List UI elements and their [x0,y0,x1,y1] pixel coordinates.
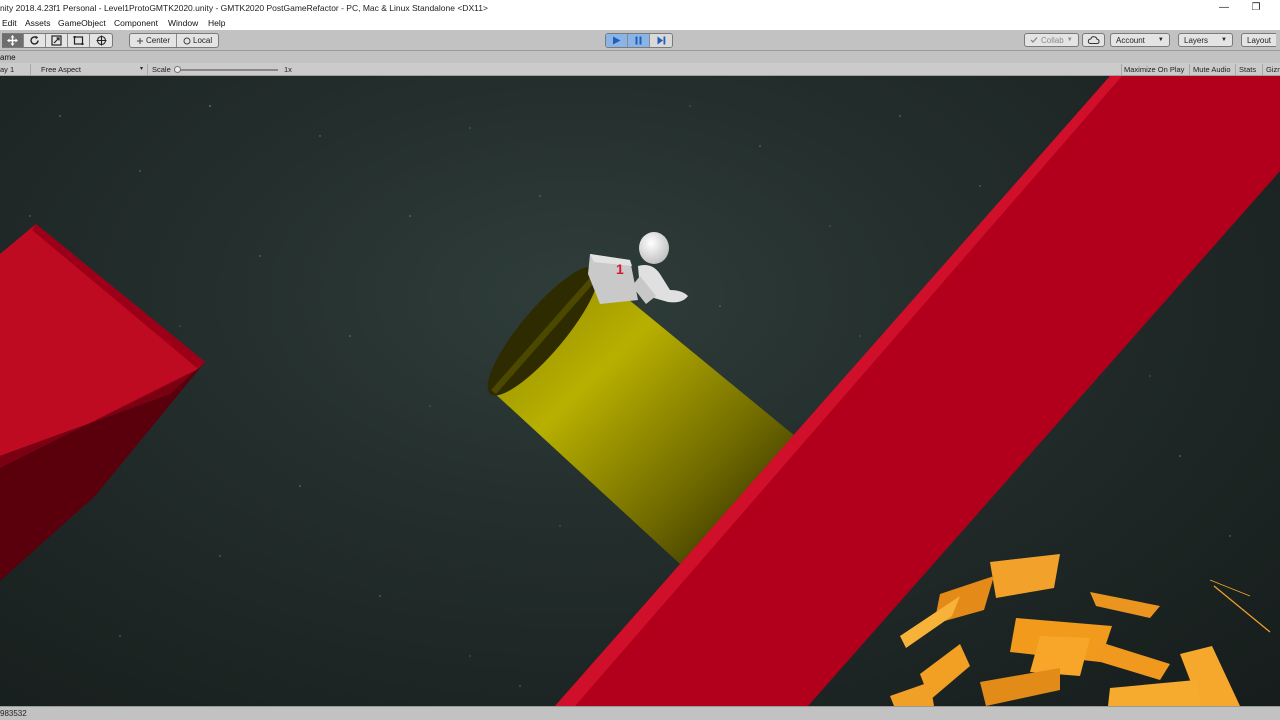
pause-icon [635,36,642,45]
pivot-local-label: Local [193,36,213,45]
stats-toggle[interactable]: Stats [1239,65,1256,74]
account-dropdown[interactable]: Account ▼ [1110,33,1170,47]
transform-icon [96,35,106,46]
account-label: Account [1116,35,1145,45]
pivot-center-label: Center [146,36,171,45]
collab-label: Collab [1041,35,1064,45]
pause-button[interactable] [628,34,650,47]
transform-tool-button[interactable] [90,34,112,47]
gizmos-toggle[interactable]: Gizm [1266,65,1280,74]
divider [1262,64,1263,75]
step-icon [657,36,665,45]
red-block-left [0,224,205,581]
menu-bar: Edit Assets GameObject Component Window … [0,16,1280,30]
menu-component[interactable]: Component [114,18,158,28]
scale-slider-track[interactable] [178,69,278,71]
pivot-local-button[interactable]: Local [177,34,218,47]
pivot-center-icon [137,37,143,44]
layout-label: Layout [1247,35,1272,45]
pivot-center-button[interactable]: Center [130,34,178,47]
game-tab-strip: ame [0,51,1280,63]
step-button[interactable] [650,34,672,47]
scene-render: 1 [0,76,1280,706]
menu-assets[interactable]: Assets [25,18,51,28]
transform-tools [2,33,113,48]
pivot-toggles: Center Local [129,33,220,48]
game-viewport[interactable]: 1 [0,76,1280,706]
scale-slider-thumb[interactable] [174,66,181,73]
mute-audio-toggle[interactable]: Mute Audio [1193,65,1231,74]
cloud-icon [1087,36,1100,44]
menu-help[interactable]: Help [208,18,225,28]
menu-gameobject[interactable]: GameObject [58,18,106,28]
chevron-down-icon: ▼ [1066,37,1073,43]
rotate-icon [30,35,39,45]
divider [147,64,148,75]
play-button[interactable] [606,34,628,47]
window-title: nity 2018.4.23f1 Personal - Level1ProtoG… [0,3,488,13]
game-view-bar: ay 1 Free Aspect ▾ Scale 1x Maximize On … [0,63,1280,76]
move-icon [7,35,18,46]
layers-dropdown[interactable]: Layers ▼ [1178,33,1233,47]
move-tool-button[interactable] [2,34,24,47]
chevron-down-icon: ▼ [1221,37,1227,43]
window-titlebar: nity 2018.4.23f1 Personal - Level1ProtoG… [0,0,1280,16]
divider [30,64,31,75]
main-toolbar: Center Local Collab ▼ Account ▼ Layers ▼… [0,30,1280,51]
layout-dropdown[interactable]: Layout [1241,33,1277,47]
orange-debris [890,554,1271,706]
minimize-button[interactable]: — [1210,0,1238,16]
playback-controls [605,33,673,48]
crate-label: 1 [616,261,624,277]
menu-window[interactable]: Window [168,18,198,28]
collab-check-icon [1030,37,1038,43]
rect-tool-icon [73,36,84,45]
restore-button[interactable]: ❐ [1242,0,1270,16]
player-character [632,232,688,304]
divider [1235,64,1236,75]
menu-edit[interactable]: Edit [2,18,17,28]
divider [1121,64,1122,75]
layers-label: Layers [1184,35,1209,45]
pivot-local-icon [183,37,191,44]
collab-dropdown[interactable]: Collab ▼ [1024,33,1079,47]
tab-game[interactable]: ame [0,53,16,62]
cloud-button[interactable] [1082,33,1105,47]
aspect-dropdown[interactable]: Free Aspect [41,65,81,74]
display-dropdown[interactable]: ay 1 [0,65,14,74]
rect-tool-button[interactable] [68,34,90,47]
status-bar: 983532 [0,706,1280,720]
status-text: 983532 [0,709,27,718]
scale-value: 1x [284,65,292,74]
scale-icon [51,35,62,46]
divider [1189,64,1190,75]
scale-tool-button[interactable] [46,34,68,47]
rotate-tool-button[interactable] [24,34,46,47]
play-icon [613,36,621,45]
chevron-down-icon: ▼ [1157,37,1164,43]
scale-label: Scale [152,65,171,74]
maximize-on-play-toggle[interactable]: Maximize On Play [1124,65,1184,74]
chevron-down-icon: ▾ [140,66,144,72]
